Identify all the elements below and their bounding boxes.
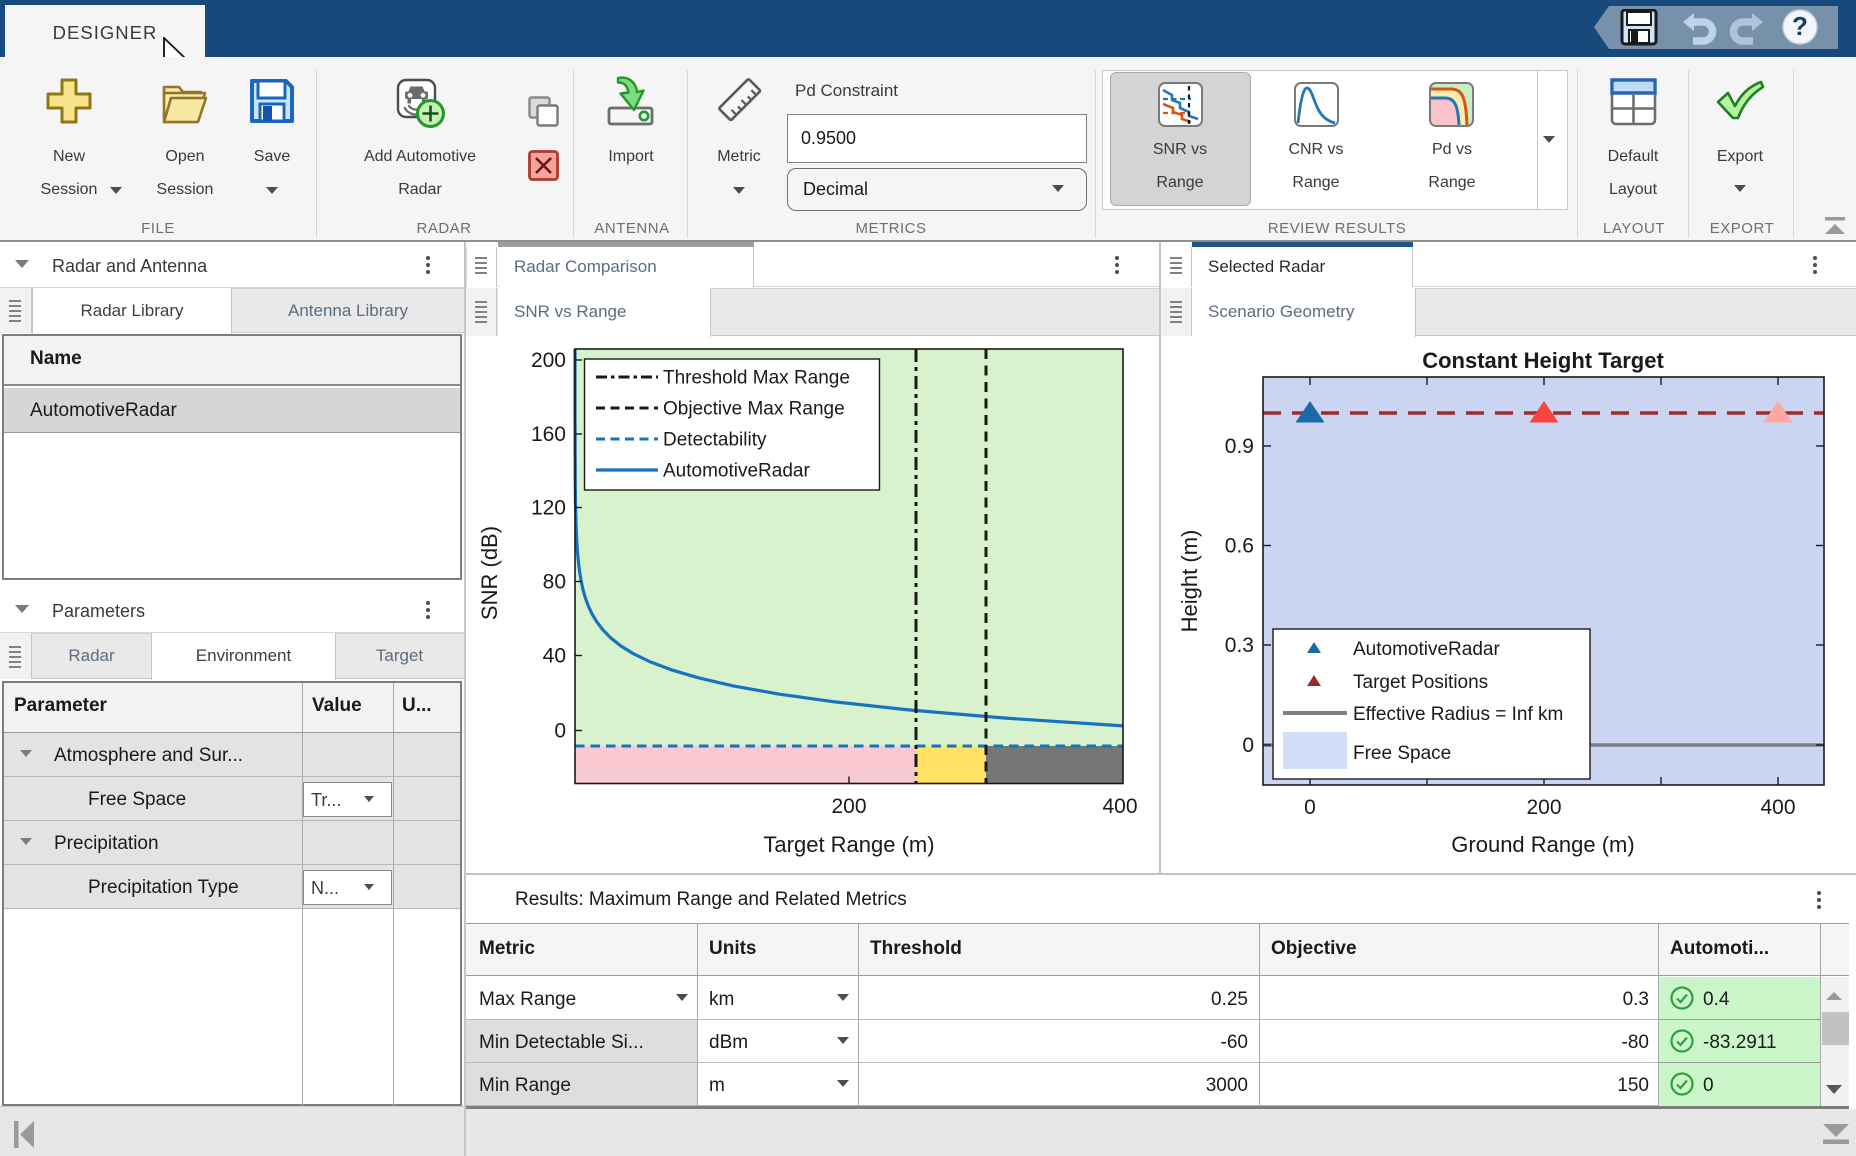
svg-text:SNR (dB): SNR (dB) (477, 526, 502, 620)
svg-text:120: 120 (531, 497, 566, 520)
svg-text:Ground Range (m): Ground Range (m) (1451, 832, 1634, 857)
svg-text:0.6: 0.6 (1225, 535, 1254, 558)
svg-text:Free Space: Free Space (1353, 743, 1451, 764)
svg-text:160: 160 (531, 423, 566, 446)
svg-text:?: ? (1792, 11, 1808, 41)
svg-text:400: 400 (1102, 795, 1137, 818)
svg-text:0: 0 (1304, 796, 1316, 819)
svg-text:AutomotiveRadar: AutomotiveRadar (663, 461, 810, 482)
svg-text:0.3: 0.3 (1225, 634, 1254, 657)
svg-text:40: 40 (543, 645, 566, 668)
svg-text:Threshold Max Range: Threshold Max Range (663, 368, 850, 389)
svg-text:400: 400 (1760, 796, 1795, 819)
svg-text:Height (m): Height (m) (1177, 530, 1202, 633)
svg-text:Target Positions: Target Positions (1353, 672, 1488, 693)
svg-text:200: 200 (531, 349, 566, 372)
svg-text:Effective Radius = Inf km: Effective Radius = Inf km (1353, 704, 1563, 725)
svg-text:Constant Height Target: Constant Height Target (1422, 348, 1664, 373)
svg-text:80: 80 (543, 571, 566, 594)
svg-text:0.9: 0.9 (1225, 435, 1254, 458)
svg-text:200: 200 (831, 795, 866, 818)
svg-text:0: 0 (1242, 734, 1254, 757)
svg-text:200: 200 (1526, 796, 1561, 819)
svg-text:Detectability: Detectability (663, 430, 767, 451)
svg-text:0: 0 (554, 720, 566, 743)
svg-text:Objective Max Range: Objective Max Range (663, 399, 845, 420)
svg-text:Target Range (m): Target Range (m) (763, 832, 934, 857)
svg-text:AutomotiveRadar: AutomotiveRadar (1353, 639, 1500, 660)
